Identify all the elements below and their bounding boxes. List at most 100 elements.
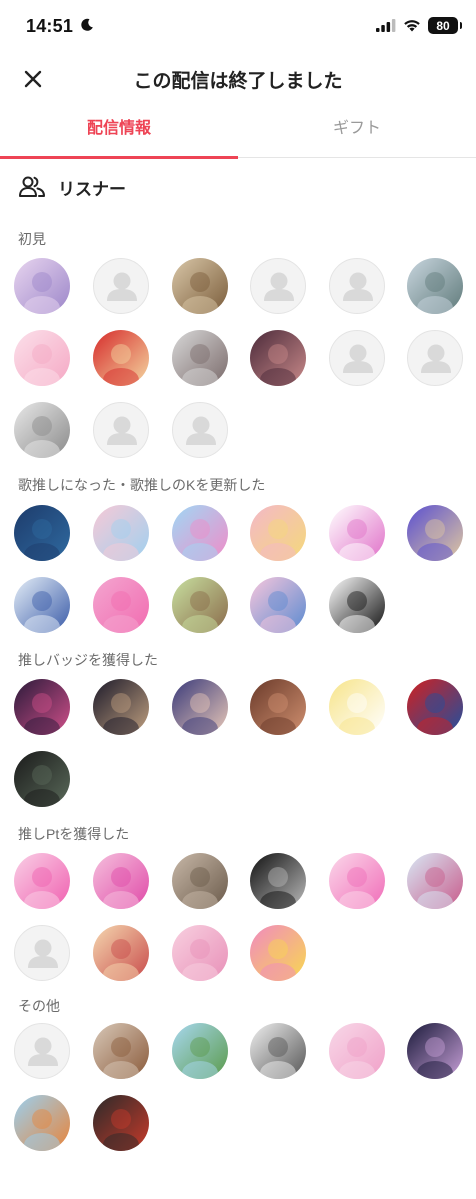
status-bar: 14:51 80 bbox=[0, 0, 476, 56]
listener-avatar[interactable] bbox=[250, 1023, 306, 1079]
listener-avatar[interactable] bbox=[329, 258, 385, 314]
listener-avatar[interactable] bbox=[14, 1095, 70, 1151]
tab-gift[interactable]: ギフト bbox=[238, 106, 476, 157]
listener-avatar[interactable] bbox=[407, 679, 463, 735]
default-user-icon bbox=[186, 416, 216, 445]
listener-avatar[interactable] bbox=[14, 925, 70, 981]
listener-avatar[interactable] bbox=[93, 577, 149, 633]
wifi-icon bbox=[404, 20, 420, 32]
listener-avatar[interactable] bbox=[407, 853, 463, 909]
listener-avatar[interactable] bbox=[93, 258, 149, 314]
chicken-cartoon-icon bbox=[329, 679, 385, 735]
anime-boy-purple-icon bbox=[172, 679, 228, 735]
listener-avatar[interactable] bbox=[250, 258, 306, 314]
anime-group-icon bbox=[407, 853, 463, 909]
anime-girl-flowers-icon bbox=[93, 925, 149, 981]
anime-girl-purple-icon bbox=[14, 258, 70, 314]
listener-avatar[interactable] bbox=[172, 402, 228, 458]
sunglasses-character-icon bbox=[407, 505, 463, 561]
eyes-emoji-icon bbox=[250, 577, 306, 633]
listener-avatar[interactable] bbox=[172, 853, 228, 909]
cartoon-boy-icon bbox=[14, 1095, 70, 1151]
tab-bar: 配信情報 ギフト bbox=[0, 106, 476, 159]
listener-avatar[interactable] bbox=[329, 505, 385, 561]
listener-avatar[interactable] bbox=[407, 1023, 463, 1079]
listener-heading: リスナー bbox=[18, 172, 126, 202]
listener-avatar[interactable] bbox=[93, 1023, 149, 1079]
cat-photo-icon bbox=[172, 853, 228, 909]
dark-illustration-icon bbox=[407, 1023, 463, 1079]
dark-anime-girl-icon bbox=[93, 679, 149, 735]
listener-avatar[interactable] bbox=[407, 258, 463, 314]
section-label-badge: 推しバッジを獲得した bbox=[18, 652, 158, 668]
listener-label: リスナー bbox=[58, 179, 126, 199]
text-drawing-icon bbox=[329, 577, 385, 633]
listener-avatar[interactable] bbox=[407, 330, 463, 386]
listener-avatar[interactable] bbox=[14, 577, 70, 633]
listener-avatar[interactable] bbox=[250, 330, 306, 386]
anime-girl-grey-icon bbox=[172, 330, 228, 386]
listener-avatar[interactable] bbox=[250, 925, 306, 981]
anime-girl-pastel-icon bbox=[329, 1023, 385, 1079]
listener-avatar[interactable] bbox=[329, 679, 385, 735]
listener-avatar[interactable] bbox=[14, 751, 70, 807]
moon-icon bbox=[81, 18, 93, 31]
pink-character-icon bbox=[14, 330, 70, 386]
kk-store-icon bbox=[407, 679, 463, 735]
listener-avatar[interactable] bbox=[93, 1095, 149, 1151]
default-user-icon bbox=[421, 344, 451, 373]
monochrome-photo-icon bbox=[250, 853, 306, 909]
sketch-girl-icon bbox=[250, 1023, 306, 1079]
default-user-icon bbox=[107, 272, 137, 301]
listener-avatar[interactable] bbox=[14, 853, 70, 909]
listener-avatar[interactable] bbox=[93, 330, 149, 386]
listener-avatar[interactable] bbox=[14, 1023, 70, 1079]
listener-avatar[interactable] bbox=[172, 1023, 228, 1079]
person-portrait-icon bbox=[250, 330, 306, 386]
listener-avatar[interactable] bbox=[93, 679, 149, 735]
signal-icon bbox=[376, 19, 396, 32]
listener-avatar[interactable] bbox=[250, 679, 306, 735]
listener-avatar[interactable] bbox=[329, 853, 385, 909]
listener-avatar[interactable] bbox=[93, 925, 149, 981]
listener-avatar[interactable] bbox=[172, 679, 228, 735]
listener-avatar[interactable] bbox=[172, 925, 228, 981]
tab-stream-info[interactable]: 配信情報 bbox=[0, 106, 238, 159]
listener-avatar[interactable] bbox=[93, 505, 149, 561]
listener-avatar[interactable] bbox=[407, 505, 463, 561]
yellow-character-icon bbox=[250, 925, 306, 981]
listener-avatar[interactable] bbox=[329, 1023, 385, 1079]
listener-avatar[interactable] bbox=[172, 330, 228, 386]
listener-avatar[interactable] bbox=[172, 505, 228, 561]
listener-avatar[interactable] bbox=[329, 577, 385, 633]
listener-avatar[interactable] bbox=[329, 330, 385, 386]
night-sky-icon bbox=[14, 505, 70, 561]
page-title: この配信は終了しました bbox=[133, 71, 343, 92]
default-user-icon bbox=[343, 344, 373, 373]
listener-avatar[interactable] bbox=[14, 505, 70, 561]
capybara-icon bbox=[172, 258, 228, 314]
listener-avatar[interactable] bbox=[172, 258, 228, 314]
listener-avatar[interactable] bbox=[93, 402, 149, 458]
anime-boy-icon bbox=[172, 577, 228, 633]
section-label-first-time: 初見 bbox=[18, 231, 46, 247]
status-indicators: 80 bbox=[376, 17, 462, 34]
listener-avatar[interactable] bbox=[93, 853, 149, 909]
listener-avatar[interactable] bbox=[250, 577, 306, 633]
default-user-icon bbox=[264, 272, 294, 301]
hiragana-ru-icon bbox=[14, 853, 70, 909]
hiragana-de-icon bbox=[93, 577, 149, 633]
cute-illustration-icon bbox=[93, 505, 149, 561]
listener-avatar[interactable] bbox=[250, 853, 306, 909]
listener-avatar[interactable] bbox=[250, 505, 306, 561]
hiragana-ta-icon bbox=[329, 853, 385, 909]
listener-avatar[interactable] bbox=[14, 402, 70, 458]
landscape-sea-icon bbox=[407, 258, 463, 314]
hiragana-ne-icon bbox=[93, 853, 149, 909]
listener-avatar[interactable] bbox=[14, 679, 70, 735]
listener-avatar[interactable] bbox=[172, 577, 228, 633]
battery-indicator: 80 bbox=[428, 17, 462, 34]
listener-avatar[interactable] bbox=[14, 258, 70, 314]
listener-avatar[interactable] bbox=[14, 330, 70, 386]
sake-bottles-icon bbox=[14, 751, 70, 807]
